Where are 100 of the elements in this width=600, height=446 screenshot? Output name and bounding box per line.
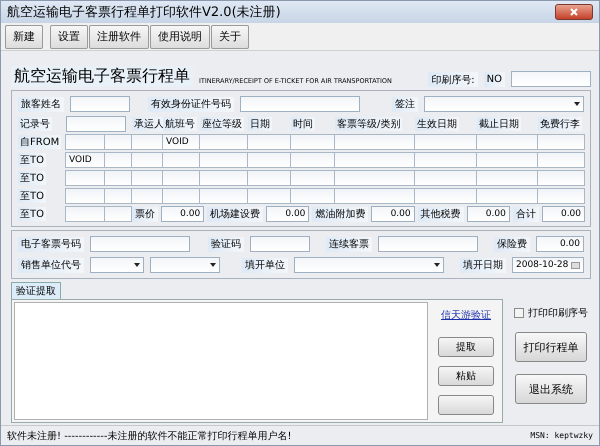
- checkbox-label: 打印印刷序号: [528, 306, 588, 320]
- fee-field[interactable]: 0.00: [371, 206, 415, 222]
- table-cell[interactable]: [162, 152, 200, 168]
- column-header: 日期: [248, 117, 272, 131]
- table-cell[interactable]: [414, 134, 477, 150]
- table-cell[interactable]: [334, 152, 415, 168]
- date-field[interactable]: 2008-10-28: [512, 257, 584, 273]
- table-cell[interactable]: [162, 188, 200, 204]
- table-cell[interactable]: [290, 188, 335, 204]
- table-cell[interactable]: [414, 152, 477, 168]
- table-cell[interactable]: [537, 170, 585, 186]
- action-button[interactable]: 打印行程单: [515, 332, 587, 362]
- issuer-dropdown[interactable]: [294, 257, 444, 273]
- action-button[interactable]: 粘贴: [438, 366, 494, 386]
- window-title: 航空运输电子客票行程单打印软件V2.0(未注册): [7, 4, 281, 21]
- fee-field[interactable]: 0.00: [266, 206, 310, 222]
- status-message: 软件未注册! ------------未注册的软件不能正常打印行程单用户名!: [7, 430, 292, 442]
- conjunction-ticket-field[interactable]: [378, 236, 478, 252]
- table-cell[interactable]: [414, 170, 477, 186]
- table-cell[interactable]: [104, 152, 132, 168]
- toolbar-button[interactable]: 使用说明: [150, 24, 210, 48]
- table-cell[interactable]: [290, 134, 335, 150]
- table-cell[interactable]: [537, 152, 585, 168]
- fee-field[interactable]: 0.00: [466, 206, 510, 222]
- table-cell[interactable]: [247, 152, 291, 168]
- table-cell[interactable]: [247, 188, 291, 204]
- dropdown-arrow-icon: [210, 263, 216, 267]
- field-label: 填开单位: [242, 258, 288, 272]
- table-cell[interactable]: [131, 152, 163, 168]
- print-serial-checkbox[interactable]: 打印印刷序号: [514, 306, 588, 320]
- table-cell[interactable]: [334, 134, 415, 150]
- table-cell[interactable]: [104, 188, 132, 204]
- verify-link[interactable]: 信天游验证: [441, 308, 491, 322]
- fee-field[interactable]: 0.00: [542, 206, 586, 222]
- endorsement-dropdown[interactable]: [424, 96, 584, 112]
- table-cell[interactable]: [104, 170, 132, 186]
- blank-button[interactable]: [438, 395, 494, 415]
- table-cell[interactable]: VOID: [65, 152, 105, 168]
- table-cell[interactable]: [104, 134, 132, 150]
- fee-field[interactable]: 0.00: [161, 206, 204, 222]
- table-cell[interactable]: [131, 188, 163, 204]
- column-header: 生效日期: [415, 117, 459, 131]
- table-cell[interactable]: [247, 134, 291, 150]
- table-cell[interactable]: [199, 152, 248, 168]
- field-label: 电子客票号码: [18, 236, 84, 252]
- table-cell[interactable]: [476, 170, 538, 186]
- table-cell[interactable]: [476, 134, 538, 150]
- agent-code-dropdown[interactable]: [90, 257, 144, 273]
- table-cell[interactable]: [162, 170, 200, 186]
- table-cell[interactable]: [537, 188, 585, 204]
- table-cell[interactable]: [65, 188, 105, 204]
- table-cell[interactable]: [476, 152, 538, 168]
- serial-field[interactable]: [511, 71, 591, 87]
- eticket-number-field[interactable]: [90, 236, 190, 252]
- table-cell[interactable]: [131, 170, 163, 186]
- column-header: 免费行李: [538, 117, 582, 131]
- table-cell[interactable]: [334, 170, 415, 186]
- column-header: 承运人: [132, 117, 166, 131]
- close-icon: [570, 8, 578, 16]
- checkbox[interactable]: [514, 308, 524, 318]
- text-area[interactable]: [14, 302, 428, 420]
- table-cell[interactable]: [199, 134, 248, 150]
- insurance-field[interactable]: 0.00: [536, 236, 584, 252]
- field-label: 保险费: [494, 236, 530, 252]
- tab[interactable]: 验证提取: [11, 282, 61, 299]
- passenger-name-field[interactable]: [70, 96, 130, 112]
- record-number-field[interactable]: [66, 116, 126, 132]
- table-cell[interactable]: [65, 170, 105, 186]
- toolbar-button[interactable]: 注册软件: [89, 24, 149, 48]
- toolbar-button[interactable]: 新建: [5, 24, 43, 48]
- action-button[interactable]: 退出系统: [515, 374, 587, 404]
- table-cell[interactable]: [104, 206, 132, 222]
- table-cell[interactable]: [247, 170, 291, 186]
- toolbar-button[interactable]: 设置: [50, 24, 88, 48]
- table-cell[interactable]: [65, 206, 105, 222]
- serial-prefix: NO: [484, 72, 505, 87]
- table-cell[interactable]: [334, 188, 415, 204]
- toolbar-button[interactable]: 关于: [211, 24, 249, 48]
- segment-label: 至TO: [18, 171, 46, 185]
- form-title: 航空运输电子客票行程单: [11, 66, 193, 87]
- dropdown-arrow-icon: [434, 263, 440, 267]
- agent-name-dropdown[interactable]: [150, 257, 220, 273]
- table-cell[interactable]: [414, 188, 477, 204]
- fee-label: 燃油附加费: [312, 206, 368, 222]
- segment-label: 至TO: [18, 207, 46, 221]
- close-button[interactable]: [555, 4, 593, 20]
- table-cell[interactable]: [199, 188, 248, 204]
- segment-label: 自FROM: [18, 135, 62, 149]
- table-cell[interactable]: [290, 170, 335, 186]
- table-cell[interactable]: [290, 152, 335, 168]
- table-cell[interactable]: [131, 134, 163, 150]
- table-cell[interactable]: [65, 134, 105, 150]
- table-cell[interactable]: [537, 134, 585, 150]
- table-cell[interactable]: [199, 170, 248, 186]
- table-cell[interactable]: VOID: [162, 134, 200, 150]
- verify-code-field[interactable]: [250, 236, 310, 252]
- id-number-field[interactable]: [240, 96, 360, 112]
- fee-label: 其他税费: [418, 206, 464, 222]
- action-button[interactable]: 提取: [438, 337, 494, 357]
- table-cell[interactable]: [476, 188, 538, 204]
